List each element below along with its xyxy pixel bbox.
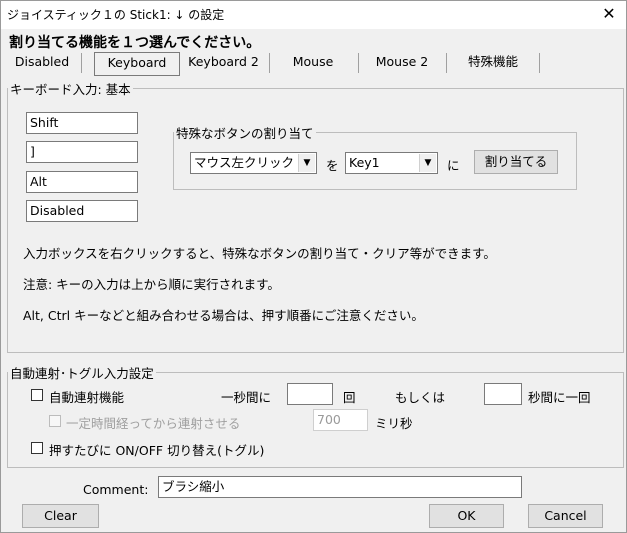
delay-fire-label: 一定時間経ってから連射させる <box>66 416 241 431</box>
key-select[interactable]: Key1 ▼ <box>345 152 438 174</box>
key-input-2[interactable]: ] <box>26 141 138 163</box>
instruction-text: 割り当てる機能を１つ選んでください。 <box>9 35 261 51</box>
wo-label: を <box>326 158 339 173</box>
comment-input[interactable]: ブラシ縮小 <box>158 476 522 498</box>
special-group-legend: 特殊なボタンの割り当て <box>176 126 314 141</box>
comment-label: Comment: <box>83 482 149 497</box>
chevron-down-icon[interactable]: ▼ <box>298 154 315 172</box>
delay-ms-input[interactable]: 700 <box>313 409 368 431</box>
auto-fire-label: 自動連射機能 <box>49 390 125 405</box>
seconds-input[interactable] <box>484 383 522 405</box>
toggle-label: 押すたびに ON/OFF 切り替え(トグル) <box>49 443 265 458</box>
tab-separator <box>81 53 82 73</box>
auto-fire-checkbox[interactable] <box>31 389 43 401</box>
tab-mouse-2[interactable]: Mouse 2 <box>363 52 441 74</box>
key-input-3[interactable]: Alt <box>26 171 138 193</box>
ni-label: に <box>447 158 460 173</box>
keyboard-group-legend: キーボード入力: 基本 <box>10 82 131 97</box>
delay-unit-label: ミリ秒 <box>375 416 413 431</box>
tab-disabled[interactable]: Disabled <box>7 52 77 74</box>
cancel-button[interactable]: Cancel <box>528 504 603 528</box>
times-per-second-input[interactable] <box>287 383 333 405</box>
settings-dialog: ジョイスティック１の Stick1: ↓ の設定 ✕ 割り当てる機能を１つ選んで… <box>0 0 627 533</box>
tab-separator <box>539 53 540 73</box>
chevron-down-icon[interactable]: ▼ <box>419 154 436 172</box>
window-title: ジョイスティック１の Stick1: ↓ の設定 <box>7 8 225 22</box>
key-select-value: Key1 <box>349 155 380 170</box>
special-button-value: マウス左クリック <box>194 155 295 170</box>
seconds-label: 秒間に一回 <box>528 390 591 405</box>
tab-separator <box>269 53 270 73</box>
times-label: 回 <box>343 390 356 405</box>
tab-mouse[interactable]: Mouse <box>273 52 353 74</box>
delay-fire-checkbox[interactable] <box>49 415 61 427</box>
clear-button[interactable]: Clear <box>22 504 99 528</box>
close-icon[interactable]: ✕ <box>598 4 620 24</box>
special-button-select[interactable]: マウス左クリック ▼ <box>190 152 317 174</box>
key-input-4[interactable]: Disabled <box>26 200 138 222</box>
tab-separator <box>446 53 447 73</box>
tab-keyboard[interactable]: Keyboard <box>94 52 180 76</box>
toggle-checkbox[interactable] <box>31 442 43 454</box>
assign-button[interactable]: 割り当てる <box>474 150 558 174</box>
per-second-label: 一秒間に <box>221 390 272 405</box>
auto-group-legend: 自動連射･トグル入力設定 <box>10 366 154 381</box>
ok-button[interactable]: OK <box>429 504 504 528</box>
tab-separator <box>358 53 359 73</box>
note-order: 注意: キーの入力は上から順に実行されます。 <box>23 277 280 292</box>
or-label: もしくは <box>395 390 446 405</box>
tab-keyboard-2[interactable]: Keyboard 2 <box>182 52 265 74</box>
key-input-1[interactable]: Shift <box>26 112 138 134</box>
title-bar: ジョイスティック１の Stick1: ↓ の設定 ✕ <box>1 1 626 29</box>
note-right-click: 入力ボックスを右クリックすると、特殊なボタンの割り当て・クリア等ができます。 <box>23 246 496 261</box>
note-modifier: Alt, Ctrl キーなどと組み合わせる場合は、押す順番にご注意ください。 <box>23 308 424 323</box>
tab-special-functions[interactable]: 特殊機能 <box>451 52 535 74</box>
